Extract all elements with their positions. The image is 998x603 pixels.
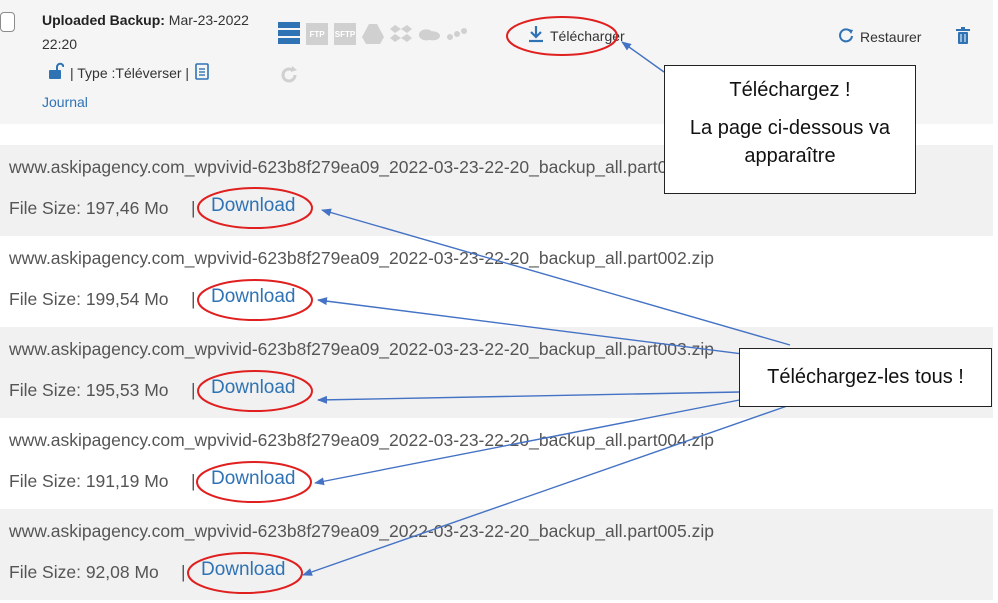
backup-type: | Type :Téléverser | <box>70 64 190 81</box>
google-drive-icon <box>362 23 384 45</box>
file-name: www.askipagency.com_wpvivid-623b8f279ea0… <box>9 157 714 177</box>
log-file-icon[interactable] <box>195 62 209 83</box>
file-row: www.askipagency.com_wpvivid-623b8f279ea0… <box>0 418 993 509</box>
backup-title: Uploaded Backup: Mar-23-2022 <box>42 10 249 30</box>
server-icon <box>278 22 300 45</box>
callout-line: La page ci-dessous va <box>689 117 891 139</box>
separator: | <box>191 471 196 491</box>
trash-icon[interactable] <box>956 27 970 50</box>
callout-line: apparaître <box>744 145 836 167</box>
restore-label: Restaurer <box>860 28 922 45</box>
file-row: www.askipagency.com_wpvivid-623b8f279ea0… <box>0 509 993 600</box>
journal-link[interactable]: Journal <box>42 94 88 110</box>
callout-download-all: Téléchargez-les tous ! <box>739 348 992 407</box>
telecharger-button[interactable]: Télécharger <box>528 25 625 46</box>
file-name: www.askipagency.com_wpvivid-623b8f279ea0… <box>9 248 714 268</box>
storage-icons: FTP SFTP <box>278 22 468 45</box>
backup-time: 22:20 <box>42 36 78 52</box>
file-size: File Size: 195,53 Mo <box>9 380 169 400</box>
restore-icon <box>838 27 854 46</box>
backup-label: Uploaded Backup: <box>42 12 165 28</box>
file-size: File Size: 197,46 Mo <box>9 198 169 218</box>
file-row: www.askipagency.com_wpvivid-623b8f279ea0… <box>0 236 993 327</box>
onedrive-icon <box>418 23 440 45</box>
refresh-icon <box>279 65 299 85</box>
telecharger-label: Télécharger <box>550 27 625 44</box>
ftp-icon: FTP <box>306 23 328 45</box>
separator: | <box>181 562 186 582</box>
s3-icon <box>446 23 468 45</box>
file-name: www.askipagency.com_wpvivid-623b8f279ea0… <box>9 430 714 450</box>
download-link[interactable]: Download <box>211 377 296 399</box>
file-name: www.askipagency.com_wpvivid-623b8f279ea0… <box>9 521 714 541</box>
sftp-icon: SFTP <box>334 23 356 45</box>
download-link[interactable]: Download <box>211 286 296 308</box>
file-size: File Size: 199,54 Mo <box>9 289 169 309</box>
download-icon <box>528 25 544 46</box>
file-size: File Size: 191,19 Mo <box>9 471 169 491</box>
download-link[interactable]: Download <box>211 468 296 490</box>
separator: | <box>191 289 196 309</box>
file-size: File Size: 92,08 Mo <box>9 562 159 582</box>
backup-checkbox[interactable] <box>0 12 15 32</box>
download-link[interactable]: Download <box>201 559 286 581</box>
callout-telecharger: Téléchargez ! La page ci-dessous va appa… <box>664 65 916 194</box>
separator: | <box>191 198 196 218</box>
download-link[interactable]: Download <box>211 195 296 217</box>
lock-icon[interactable] <box>48 62 65 83</box>
backup-type-line: | Type :Téléverser | <box>48 62 209 83</box>
file-name: www.askipagency.com_wpvivid-623b8f279ea0… <box>9 339 714 359</box>
separator: | <box>191 380 196 400</box>
backup-date: Mar-23-2022 <box>168 12 249 28</box>
dropbox-icon <box>390 23 412 45</box>
restore-button[interactable]: Restaurer <box>838 27 921 46</box>
callout-title: Téléchargez ! <box>729 79 851 101</box>
